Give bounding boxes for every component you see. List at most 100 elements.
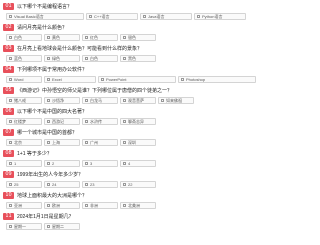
option-label: 红色 — [90, 34, 98, 40]
answer-option[interactable]: C++语言 — [86, 13, 138, 20]
checkbox-icon[interactable] — [85, 57, 88, 60]
answer-option[interactable]: 如来佛祖 — [158, 97, 194, 104]
answer-option[interactable]: Visual Basic语言 — [6, 13, 84, 20]
checkbox-icon[interactable] — [123, 183, 126, 186]
checkbox-icon[interactable] — [9, 225, 12, 228]
answer-option[interactable]: Word — [6, 76, 42, 83]
question-text: 1+1 等于多少？ — [17, 151, 52, 157]
checkbox-icon[interactable] — [47, 204, 50, 207]
answer-option[interactable]: 白龙马 — [82, 97, 118, 104]
answer-option[interactable]: 2 — [44, 160, 80, 167]
answer-option[interactable]: 23 — [82, 181, 118, 188]
checkbox-icon[interactable] — [47, 36, 50, 39]
checkbox-icon[interactable] — [123, 141, 126, 144]
answer-option[interactable]: 25 — [6, 181, 42, 188]
answer-option[interactable]: 非洲 — [82, 202, 118, 209]
answer-option[interactable]: 3 — [82, 160, 118, 167]
checkbox-icon[interactable] — [85, 141, 88, 144]
answer-option[interactable]: 深圳 — [120, 139, 156, 146]
checkbox-icon[interactable] — [47, 183, 50, 186]
answer-option[interactable]: 绿色 — [44, 55, 80, 62]
checkbox-icon[interactable] — [9, 162, 12, 165]
checkbox-icon[interactable] — [9, 15, 12, 18]
answer-option[interactable]: 上海 — [44, 139, 80, 146]
answer-option[interactable]: Photoshop — [178, 76, 256, 83]
checkbox-icon[interactable] — [85, 183, 88, 186]
answer-option[interactable]: 亚洲 — [6, 202, 42, 209]
answer-option[interactable]: 沙悟净 — [44, 97, 80, 104]
checkbox-icon[interactable] — [197, 15, 200, 18]
checkbox-icon[interactable] — [123, 99, 126, 102]
answer-option[interactable]: 黑色 — [120, 55, 156, 62]
checkbox-icon[interactable] — [47, 57, 50, 60]
answer-option[interactable]: 星期一 — [6, 223, 42, 230]
option-label: Java语言 — [148, 13, 165, 19]
checkbox-icon[interactable] — [9, 36, 12, 39]
answer-option[interactable]: 24 — [44, 181, 80, 188]
option-label: 西游记 — [52, 118, 64, 124]
answer-option[interactable]: 北美洲 — [120, 202, 156, 209]
checkbox-icon[interactable] — [85, 36, 88, 39]
question-header: 03 在月亮上看地球会是什么颜色？可能看到什么样的景象？ — [3, 44, 263, 53]
answer-option[interactable]: 北京 — [6, 139, 42, 146]
question-number-badge: 02 — [3, 24, 14, 31]
checkbox-icon[interactable] — [89, 15, 92, 18]
checkbox-icon[interactable] — [47, 78, 50, 81]
checkbox-icon[interactable] — [47, 99, 50, 102]
checkbox-icon[interactable] — [47, 225, 50, 228]
answer-option[interactable]: 红楼梦 — [6, 118, 42, 125]
checkbox-icon[interactable] — [9, 141, 12, 144]
answer-option[interactable]: 聊斋志异 — [120, 118, 156, 125]
answer-option[interactable]: 黄色 — [44, 34, 80, 41]
checkbox-icon[interactable] — [85, 120, 88, 123]
question-text: 请问月亮是什么颜色？ — [17, 25, 68, 31]
checkbox-icon[interactable] — [85, 204, 88, 207]
question-number-badge: 10 — [3, 192, 14, 199]
answer-option[interactable]: Excel — [44, 76, 96, 83]
answer-option[interactable]: 水浒传 — [82, 118, 118, 125]
answer-option[interactable]: 星期二 — [44, 223, 80, 230]
checkbox-icon[interactable] — [123, 120, 126, 123]
checkbox-icon[interactable] — [9, 120, 12, 123]
answer-option[interactable]: 猪八戒 — [6, 97, 42, 104]
checkbox-icon[interactable] — [9, 204, 12, 207]
checkbox-icon[interactable] — [47, 120, 50, 123]
checkbox-icon[interactable] — [9, 99, 12, 102]
answer-option[interactable]: Java语言 — [140, 13, 192, 20]
checkbox-icon[interactable] — [9, 78, 12, 81]
answer-option[interactable]: 欧洲 — [44, 202, 80, 209]
answer-option[interactable]: 22 — [120, 181, 156, 188]
checkbox-icon[interactable] — [181, 78, 184, 81]
question-text: 以下哪个不是中国的四大名著？ — [17, 109, 88, 115]
option-label: C++语言 — [94, 13, 110, 19]
checkbox-icon[interactable] — [161, 99, 164, 102]
answer-option[interactable]: 红色 — [82, 34, 118, 41]
answer-option[interactable]: 观音菩萨 — [120, 97, 156, 104]
answer-option[interactable]: Python语言 — [194, 13, 246, 20]
answer-option[interactable]: 银色 — [120, 34, 156, 41]
checkbox-icon[interactable] — [123, 36, 126, 39]
checkbox-icon[interactable] — [85, 99, 88, 102]
answer-option[interactable]: PowerPoint — [98, 76, 176, 83]
option-label: 观音菩萨 — [128, 97, 144, 103]
checkbox-icon[interactable] — [9, 183, 12, 186]
answer-option[interactable]: 白色 — [6, 34, 42, 41]
answer-option[interactable]: 4 — [120, 160, 156, 167]
checkbox-icon[interactable] — [123, 162, 126, 165]
checkbox-icon[interactable] — [123, 204, 126, 207]
option-label: Photoshop — [186, 77, 206, 82]
answer-option[interactable]: 1 — [6, 160, 42, 167]
checkbox-icon[interactable] — [85, 162, 88, 165]
answer-option[interactable]: 西游记 — [44, 118, 80, 125]
checkbox-icon[interactable] — [101, 78, 104, 81]
answer-option[interactable]: 白色 — [82, 55, 118, 62]
checkbox-icon[interactable] — [123, 57, 126, 60]
checkbox-icon[interactable] — [143, 15, 146, 18]
answer-option[interactable]: 广州 — [82, 139, 118, 146]
checkbox-icon[interactable] — [47, 162, 50, 165]
question-number-badge: 11 — [3, 213, 14, 220]
checkbox-icon[interactable] — [47, 141, 50, 144]
question-number-badge: 07 — [3, 129, 14, 136]
answer-option[interactable]: 蓝色 — [6, 55, 42, 62]
checkbox-icon[interactable] — [9, 57, 12, 60]
